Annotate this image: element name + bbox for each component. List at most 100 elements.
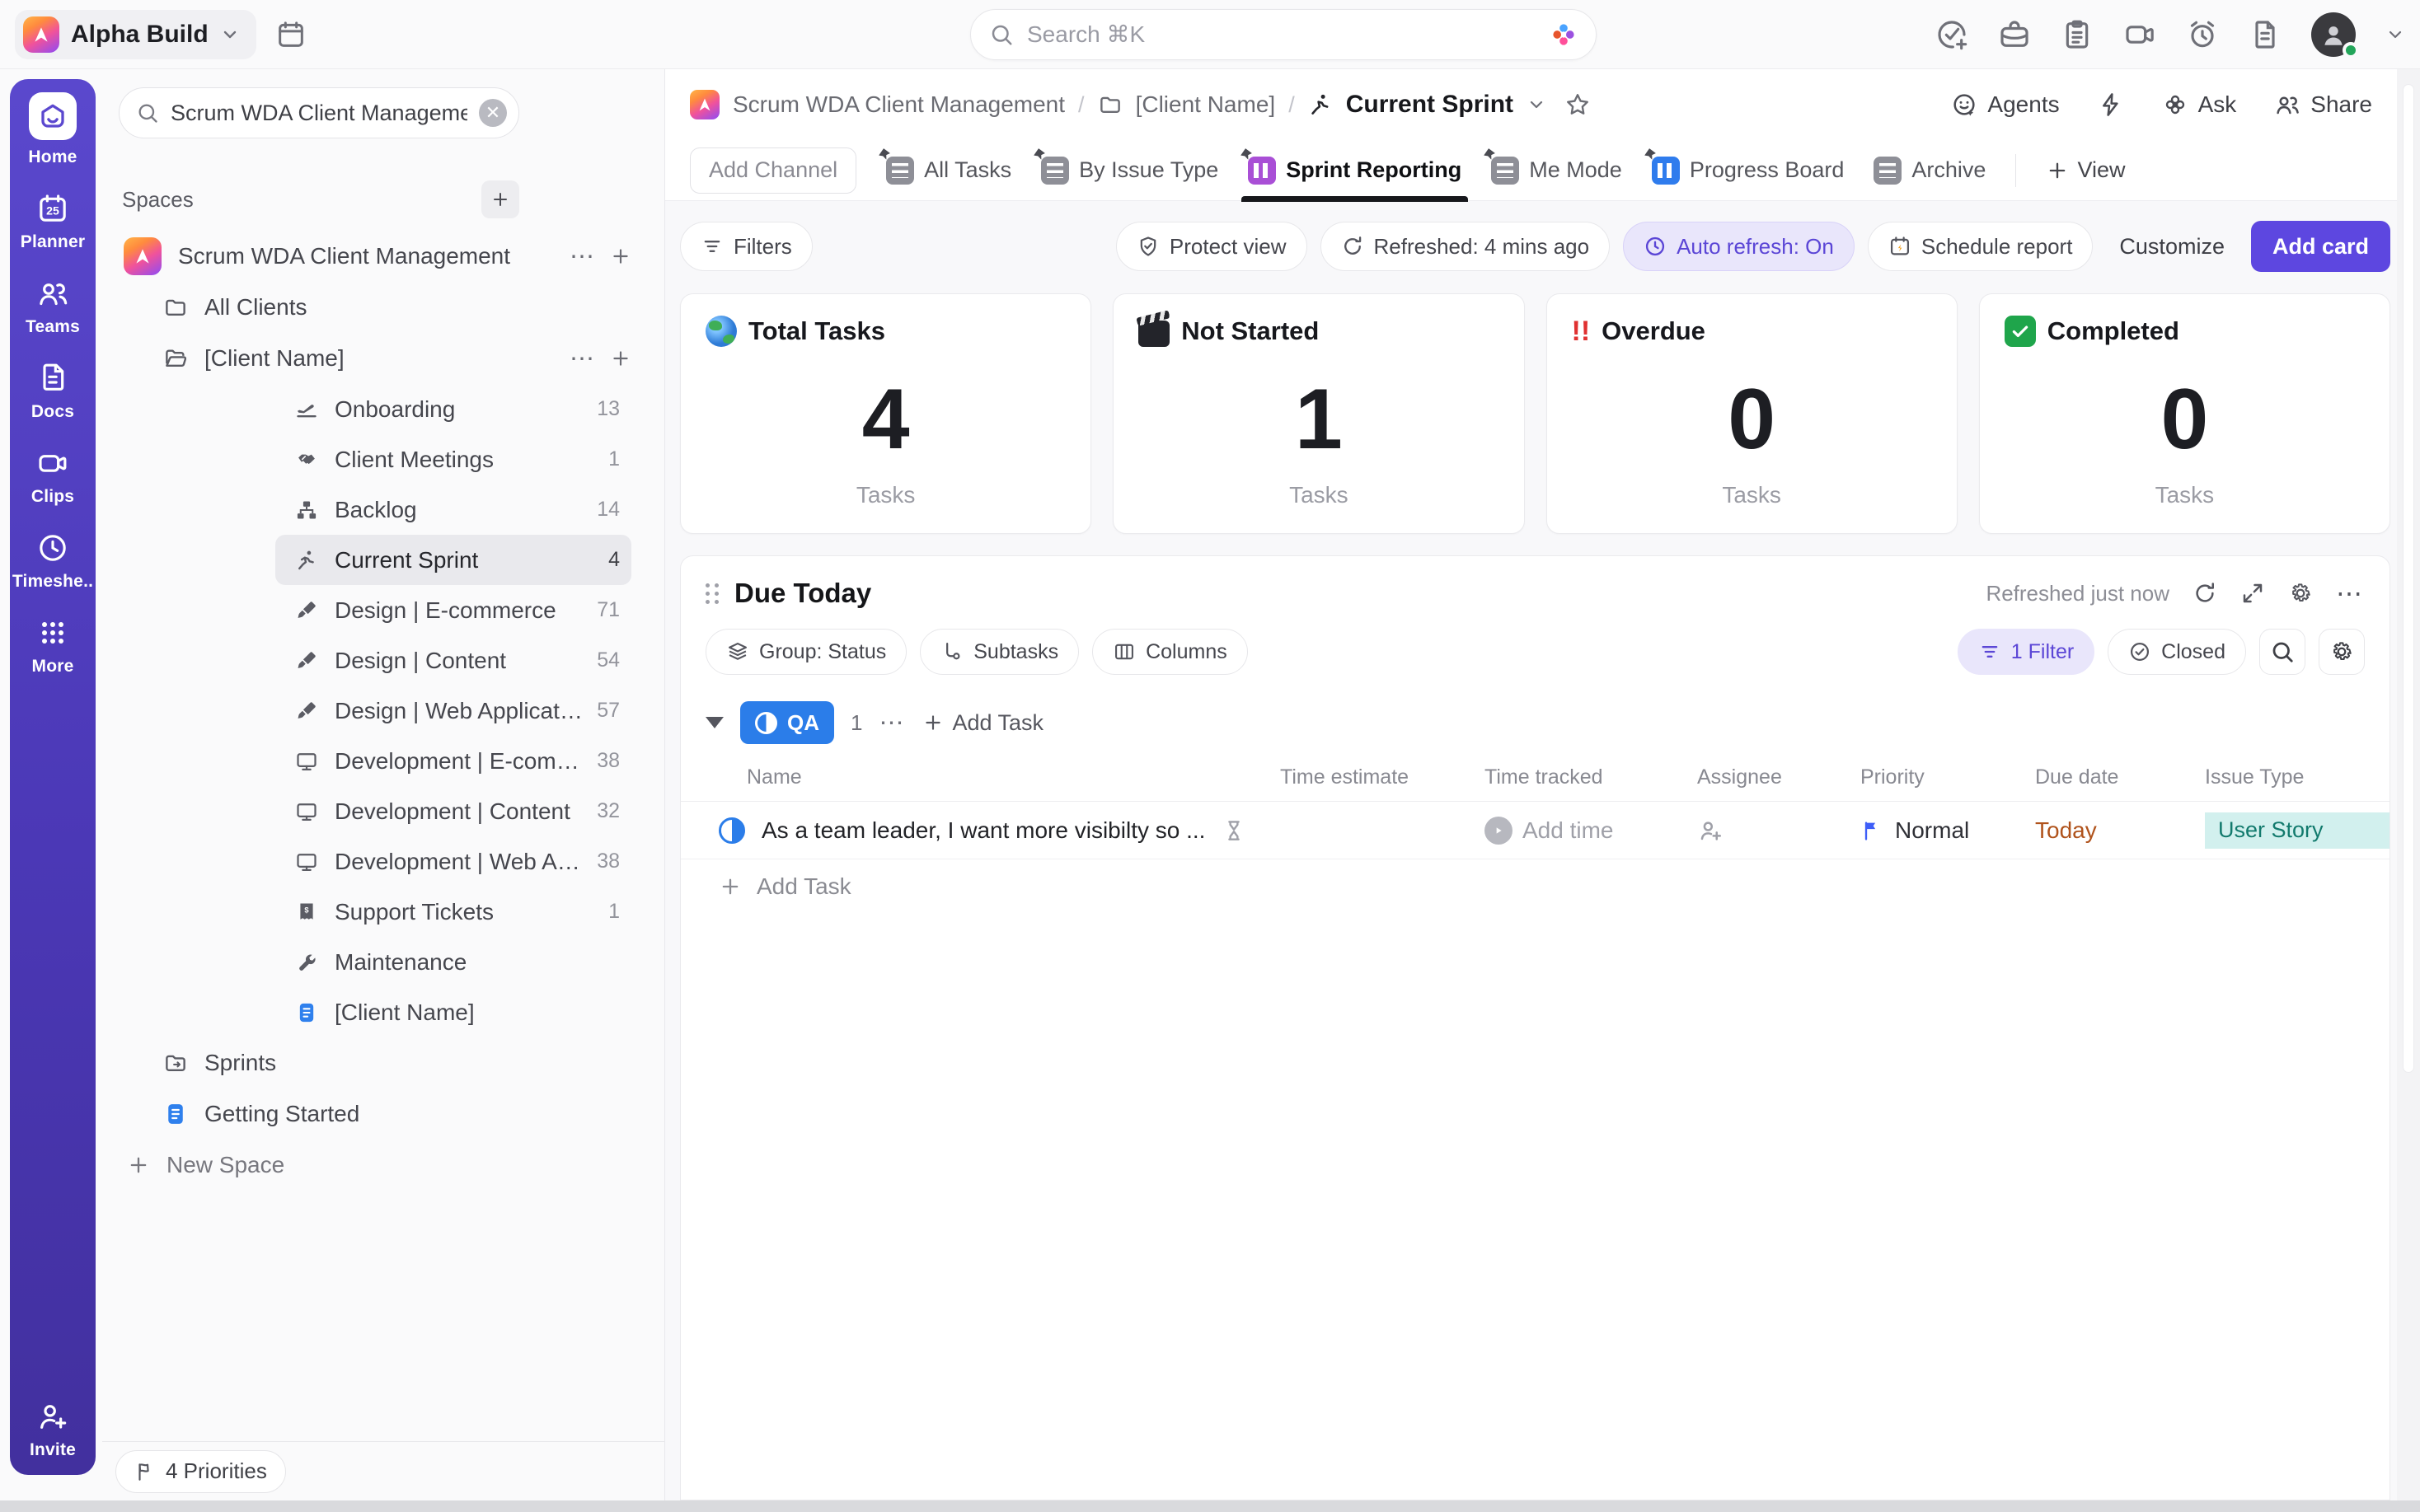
col-issue-type[interactable]: Issue Type (2205, 765, 2390, 789)
view-settings-button[interactable] (2319, 629, 2365, 675)
global-search[interactable] (970, 9, 1597, 60)
refreshed-button[interactable]: Refreshed: 4 mins ago (1320, 222, 1611, 271)
star-icon[interactable] (1564, 91, 1591, 118)
columns-button[interactable]: Columns (1092, 629, 1248, 675)
priorities-button[interactable]: 4 Priorities (115, 1450, 286, 1493)
ellipsis-icon[interactable]: ⋯ (570, 242, 597, 271)
share-button[interactable]: Share (2274, 91, 2372, 118)
scrollbar-thumb[interactable] (2403, 84, 2414, 1073)
doc-row-getting-started[interactable]: Getting Started (102, 1088, 631, 1140)
ellipsis-icon[interactable]: ⋯ (2336, 578, 2365, 609)
briefcase-icon[interactable] (1998, 18, 2031, 51)
search-in-view-button[interactable] (2259, 629, 2305, 675)
sidebar-search[interactable]: ✕ (119, 87, 519, 138)
list-row-dev-content[interactable]: Development | Content 32 (275, 786, 631, 836)
add-task-button[interactable]: Add Task (681, 873, 1280, 900)
tab-all-tasks[interactable]: All Tasks (886, 140, 1011, 201)
tab-me-mode[interactable]: Me Mode (1491, 140, 1622, 201)
card-overdue[interactable]: !! Overdue 0 Tasks (1546, 293, 1958, 534)
hourglass-icon[interactable] (1222, 818, 1246, 843)
add-channel-button[interactable]: Add Channel (690, 147, 856, 194)
refresh-icon[interactable] (2193, 581, 2217, 606)
list-row-backlog[interactable]: Backlog 14 (275, 484, 631, 535)
gear-icon[interactable] (2288, 581, 2313, 606)
clear-search-icon[interactable]: ✕ (479, 99, 507, 127)
status-badge[interactable]: QA (740, 701, 834, 744)
rail-item-home[interactable]: Home (28, 92, 77, 167)
rail-item-teams[interactable]: Teams (26, 277, 80, 337)
ellipsis-icon[interactable]: ⋯ (879, 709, 906, 737)
plus-icon[interactable] (610, 246, 631, 267)
rail-item-planner[interactable]: 25 Planner (21, 192, 85, 252)
alarm-clock-icon[interactable] (2186, 18, 2219, 51)
subtasks-button[interactable]: Subtasks (920, 629, 1079, 675)
card-completed[interactable]: Completed 0 Tasks (1979, 293, 2390, 534)
list-row-dev-ecommerce[interactable]: Development | E-commerce 38 (275, 736, 631, 786)
collapse-triangle-icon[interactable] (706, 717, 724, 728)
card-not-started[interactable]: Not Started 1 Tasks (1113, 293, 1524, 534)
rail-item-docs[interactable]: Docs (31, 362, 74, 422)
plus-icon[interactable] (610, 348, 631, 369)
notepad-icon[interactable] (274, 18, 307, 51)
list-row-client-name-doc[interactable]: [Client Name] (275, 987, 631, 1037)
agents-button[interactable]: Agents (1951, 91, 2059, 118)
rail-item-clips[interactable]: Clips (31, 447, 74, 507)
tab-progress-board[interactable]: Progress Board (1652, 140, 1845, 201)
schedule-report-button[interactable]: Schedule report (1868, 222, 2094, 271)
add-task-icon[interactable] (1935, 18, 1968, 51)
task-name[interactable]: As a team leader, I want more visibilty … (762, 817, 1205, 844)
folder-row-sprints[interactable]: Sprints (102, 1037, 631, 1088)
col-assignee[interactable]: Assignee (1697, 765, 1860, 789)
col-due-date[interactable]: Due date (2035, 765, 2205, 789)
assignee-cell[interactable] (1697, 817, 1860, 844)
list-row-current-sprint[interactable]: Current Sprint 4 (275, 535, 631, 585)
auto-refresh-toggle[interactable]: Auto refresh: On (1623, 222, 1855, 271)
customize-button[interactable]: Customize (2119, 234, 2225, 260)
add-space-icon[interactable] (481, 180, 519, 218)
group-add-task-button[interactable]: Add Task (922, 710, 1044, 736)
task-status-icon[interactable] (719, 817, 745, 844)
add-card-button[interactable]: Add card (2251, 221, 2390, 272)
expand-icon[interactable] (2240, 581, 2265, 606)
issue-type-cell[interactable]: User Story (2205, 812, 2390, 849)
breadcrumb-space[interactable]: Scrum WDA Client Management (733, 91, 1065, 118)
space-row[interactable]: Scrum WDA Client Management ⋯ (102, 231, 631, 282)
priority-cell[interactable]: Normal (1860, 817, 2035, 844)
chevron-down-icon[interactable] (1527, 95, 1546, 115)
list-row-support-tickets[interactable]: $ Support Tickets 1 (275, 887, 631, 937)
user-avatar[interactable] (2311, 12, 2356, 57)
col-time-tracked[interactable]: Time tracked (1484, 765, 1697, 789)
automations-button[interactable] (2098, 91, 2124, 118)
document-icon[interactable] (2249, 18, 2282, 51)
breadcrumb-view[interactable]: Current Sprint (1346, 91, 1513, 119)
list-row-design-content[interactable]: Design | Content 54 (275, 635, 631, 686)
one-filter-button[interactable]: 1 Filter (1958, 629, 2094, 675)
list-row-design-ecommerce[interactable]: Design | E-commerce 71 (275, 585, 631, 635)
ai-sparkle-icon[interactable] (1550, 21, 1578, 49)
workspace-switcher[interactable]: Alpha Build (15, 10, 256, 59)
due-date-cell[interactable]: Today (2035, 817, 2205, 844)
chevron-down-icon[interactable] (2385, 25, 2405, 44)
list-row-maintenance[interactable]: Maintenance (275, 937, 631, 987)
space-avatar-icon[interactable] (690, 90, 720, 119)
group-by-button[interactable]: Group: Status (706, 629, 907, 675)
tab-archive[interactable]: Archive (1874, 140, 1986, 201)
tab-sprint-reporting[interactable]: Sprint Reporting (1248, 140, 1461, 201)
breadcrumb-folder[interactable]: [Client Name] (1136, 91, 1276, 118)
ellipsis-icon[interactable]: ⋯ (570, 344, 597, 373)
protect-view-button[interactable]: Protect view (1116, 222, 1307, 271)
list-row-design-webapp[interactable]: Design | Web Application 57 (275, 686, 631, 736)
list-row-client-meetings[interactable]: Client Meetings 1 (275, 434, 631, 484)
col-priority[interactable]: Priority (1860, 765, 2035, 789)
video-icon[interactable] (2123, 18, 2156, 51)
ask-button[interactable]: Ask (2162, 91, 2237, 118)
add-time-button[interactable]: Add time (1484, 817, 1697, 845)
col-name[interactable]: Name (681, 765, 1280, 789)
closed-button[interactable]: Closed (2108, 629, 2246, 675)
list-row-onboarding[interactable]: Onboarding 13 (275, 384, 631, 434)
tab-by-issue-type[interactable]: By Issue Type (1041, 140, 1218, 201)
add-view-button[interactable]: View (2046, 157, 2125, 183)
card-total-tasks[interactable]: Total Tasks 4 Tasks (680, 293, 1091, 534)
clipboard-icon[interactable] (2061, 18, 2094, 51)
list-row-dev-webapp[interactable]: Development | Web Applicati... 38 (275, 836, 631, 887)
